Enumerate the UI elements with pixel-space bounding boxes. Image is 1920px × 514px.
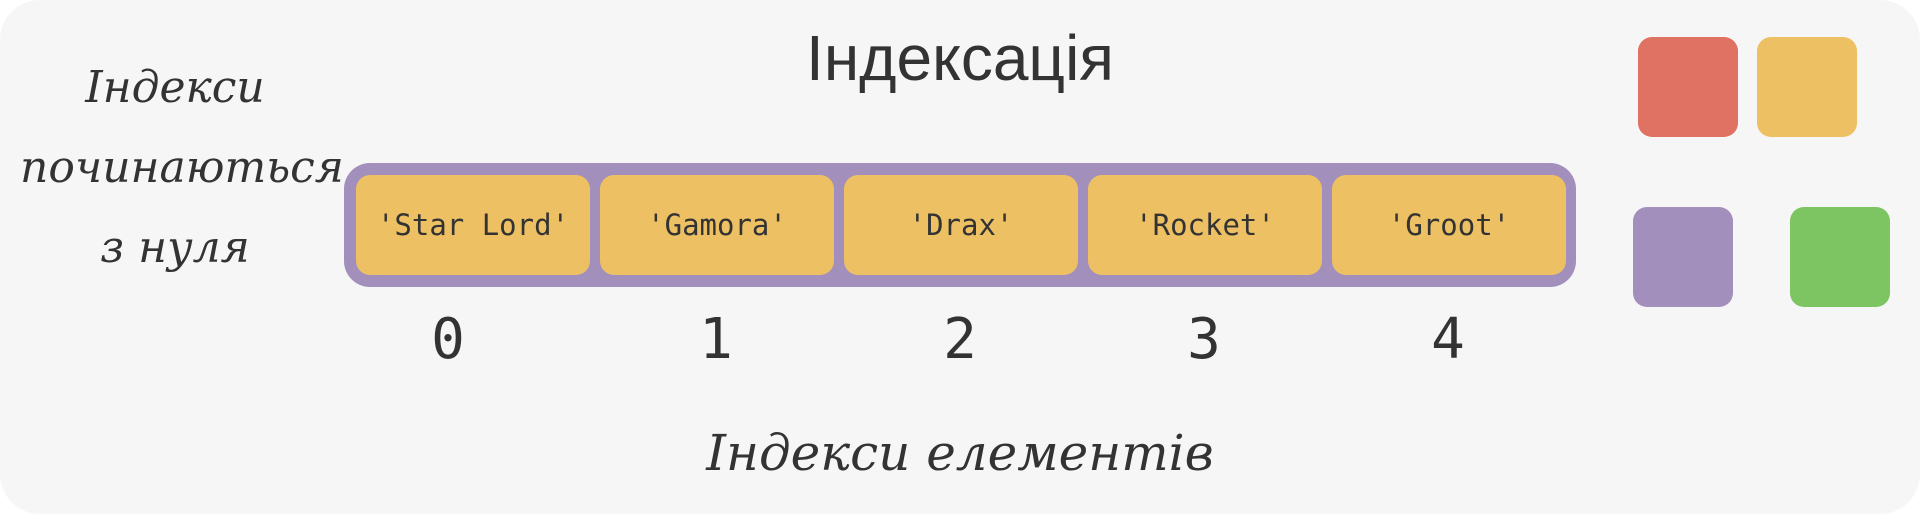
green-swatch — [1790, 207, 1890, 307]
side-note-line-2: починаються — [20, 142, 344, 193]
side-note-line-1: Індекси — [85, 62, 265, 113]
index-label-1: 1 — [699, 307, 733, 372]
index-label-3: 3 — [1187, 307, 1221, 372]
index-label-2: 2 — [943, 307, 977, 372]
array-cell-3: 'Rocket' — [1088, 175, 1322, 275]
purple-swatch — [1633, 207, 1733, 307]
yellow-swatch — [1757, 37, 1857, 137]
side-note-line-3: з нуля — [100, 222, 250, 273]
array-frame: 'Star Lord' 'Gamora' 'Drax' 'Rocket' 'Gr… — [344, 163, 1576, 287]
bottom-note: Індекси елементів — [706, 424, 1214, 482]
index-label-4: 4 — [1431, 307, 1465, 372]
array-cell-2: 'Drax' — [844, 175, 1078, 275]
array-cell-4: 'Groot' — [1332, 175, 1566, 275]
red-swatch — [1638, 37, 1738, 137]
array-cell-1: 'Gamora' — [600, 175, 834, 275]
side-note: Індекси починаються з нуля — [20, 48, 344, 288]
diagram-canvas: Індексація Індекси починаються з нуля 'S… — [0, 0, 1920, 514]
array-cell-0: 'Star Lord' — [356, 175, 590, 275]
index-label-0: 0 — [431, 307, 465, 372]
page-title: Індексація — [806, 22, 1114, 94]
